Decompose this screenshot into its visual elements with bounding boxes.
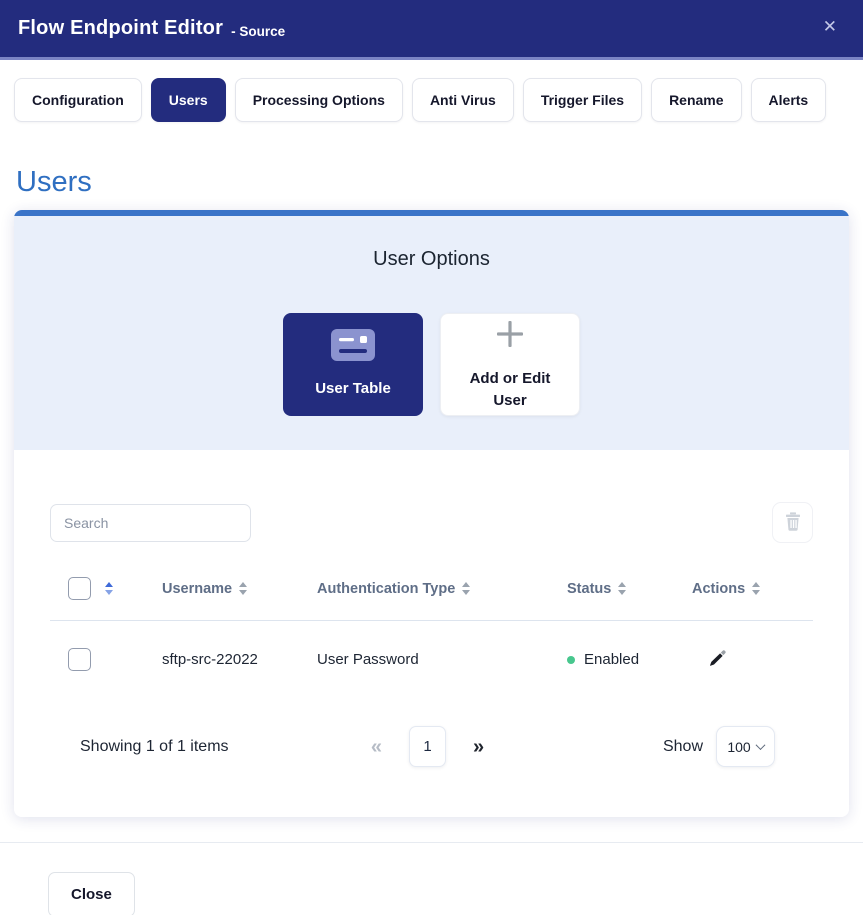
sort-icon	[239, 582, 248, 595]
add-or-edit-user-label: Add or Edit User	[469, 370, 551, 409]
show-label: Show	[662, 737, 703, 755]
close-button[interactable]: Close	[48, 872, 135, 915]
modal-title: Flow Endpoint Editor	[18, 17, 224, 39]
tab-users[interactable]: Users	[150, 78, 226, 122]
edit-user-button[interactable]	[692, 649, 727, 671]
modal-footer: Close	[0, 843, 863, 915]
table-row: sftp-src-22022 User Password Enabled	[50, 621, 813, 698]
status-cell: Enabled	[567, 651, 692, 668]
page-size-select[interactable]: 100	[716, 726, 775, 767]
column-header-status[interactable]: Status	[567, 581, 692, 597]
pagination-summary: Showing 1 of 1 items	[80, 737, 229, 755]
tab-bar: Configuration Users Processing Options A…	[14, 78, 849, 122]
sort-icon	[462, 582, 471, 595]
modal-header: Flow Endpoint Editor - Source ✕	[0, 0, 863, 60]
table-header-row: Username Authentication Type Status Acti…	[50, 569, 813, 621]
next-page-icon[interactable]: »	[473, 737, 484, 757]
modal-subtitle: - Source	[231, 23, 286, 39]
status-dot-icon	[567, 655, 575, 664]
sort-icon	[618, 582, 627, 595]
user-table-button[interactable]: User Table	[283, 313, 423, 416]
column-header-actions[interactable]: Actions	[692, 581, 813, 597]
tab-processing-options[interactable]: Processing Options	[234, 78, 403, 122]
sort-icon	[752, 582, 761, 595]
select-all-checkbox[interactable]	[68, 577, 91, 600]
page-size-value: 100	[727, 738, 751, 755]
page-title: Users	[16, 166, 92, 198]
chevron-down-icon	[755, 740, 766, 751]
trash-icon	[784, 511, 802, 534]
user-table-section: Username Authentication Type Status Acti…	[14, 450, 849, 817]
pagination-bar: Showing 1 of 1 items « 1 » Show 100	[50, 726, 813, 767]
users-card: User Options User Table Add or Edit User…	[14, 210, 849, 817]
column-header-authentication-type[interactable]: Authentication Type	[317, 581, 567, 597]
user-options-title: User Options	[373, 248, 490, 270]
column-header-username[interactable]: Username	[162, 581, 317, 597]
delete-selected-button[interactable]	[772, 502, 813, 543]
row-checkbox[interactable]	[68, 648, 91, 671]
status-badge: Enabled	[584, 651, 640, 668]
plus-icon	[493, 317, 527, 358]
page-number-button[interactable]: 1	[409, 726, 446, 767]
authentication-type-cell: User Password	[317, 651, 419, 668]
tab-configuration[interactable]: Configuration	[14, 78, 142, 122]
add-or-edit-user-button[interactable]: Add or Edit User	[440, 313, 580, 416]
sort-all-icon[interactable]	[105, 582, 113, 595]
tab-trigger-files[interactable]: Trigger Files	[522, 78, 643, 122]
username-cell: sftp-src-22022	[162, 651, 258, 668]
previous-page-icon[interactable]: «	[371, 737, 382, 757]
tab-alerts[interactable]: Alerts	[750, 78, 827, 122]
tab-anti-virus[interactable]: Anti Virus	[411, 78, 514, 122]
id-card-icon	[331, 329, 375, 368]
close-icon[interactable]: ✕	[823, 18, 837, 35]
search-input[interactable]	[50, 503, 251, 542]
user-options-panel: User Options User Table Add or Edit User	[14, 216, 849, 450]
tab-rename[interactable]: Rename	[651, 78, 742, 122]
user-table-label: User Table	[315, 380, 391, 397]
edit-pencil-icon	[708, 649, 727, 671]
